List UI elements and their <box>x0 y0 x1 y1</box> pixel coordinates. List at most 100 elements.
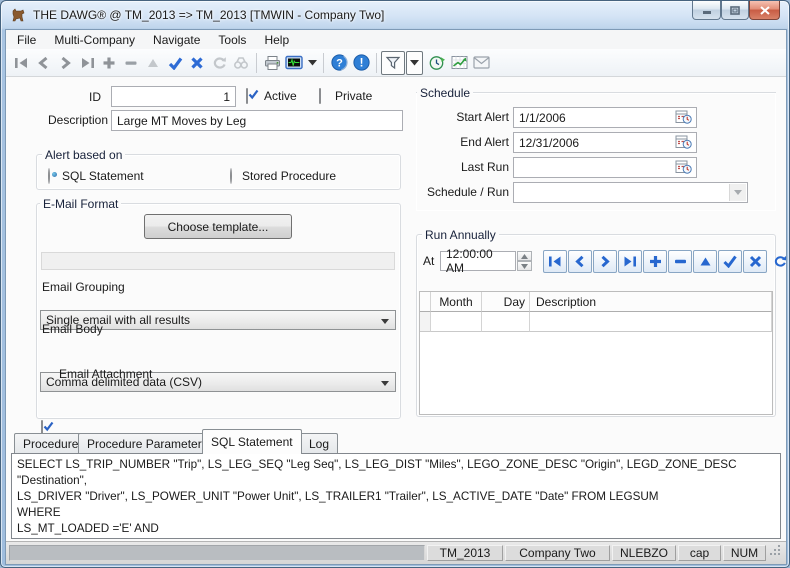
grid-row-selector[interactable] <box>420 312 431 332</box>
grid-cell-description[interactable] <box>530 312 772 332</box>
schedule-run-dropdown-button[interactable] <box>729 184 746 201</box>
first-record-icon[interactable] <box>10 52 32 74</box>
menu-help[interactable]: Help <box>255 32 298 48</box>
private-checkbox[interactable] <box>319 88 321 104</box>
grid-last-icon[interactable] <box>618 250 642 273</box>
private-label: Private <box>335 89 372 103</box>
menu-file[interactable]: File <box>8 32 45 48</box>
choose-template-button[interactable]: Choose template... <box>144 214 292 239</box>
last-run-field[interactable] <box>513 157 697 178</box>
end-alert-value: 12/31/2006 <box>519 136 579 150</box>
choose-template-label: Choose template... <box>168 220 269 234</box>
run-time-field[interactable]: 12:00:00 AM <box>440 251 516 271</box>
grid-refresh-icon[interactable] <box>768 250 790 273</box>
toolbar-separator <box>256 53 257 73</box>
grid-up-icon[interactable] <box>693 250 717 273</box>
chart-icon[interactable] <box>448 52 470 74</box>
tab-sql-statement[interactable]: SQL Statement <box>202 429 302 454</box>
grid-cancel-icon[interactable] <box>743 250 767 273</box>
status-bar: TM_2013 Company Two NLEBZO cap NUM <box>6 541 786 564</box>
svg-text:?: ? <box>336 57 343 69</box>
grid-accept-icon[interactable] <box>718 250 742 273</box>
last-run-datepicker-icon[interactable] <box>675 159 692 175</box>
id-field[interactable]: 1 <box>111 86 236 107</box>
close-button[interactable] <box>749 1 780 20</box>
grid-selector-header <box>420 292 431 312</box>
email-attachment-label: Email Attachment <box>59 367 152 381</box>
monitor-dropdown-icon[interactable] <box>305 52 319 74</box>
grid-first-icon[interactable] <box>543 250 567 273</box>
email-grouping-label: Email Grouping <box>42 280 125 294</box>
accept-icon[interactable] <box>164 52 186 74</box>
main-toolbar: ? ! <box>6 49 786 77</box>
grid-empty-row[interactable] <box>420 312 772 332</box>
email-icon[interactable] <box>470 52 492 74</box>
run-annually-nav <box>543 250 790 273</box>
sql-statement-text[interactable]: SELECT LS_TRIP_NUMBER "Trip", LS_LEG_SEQ… <box>11 453 781 539</box>
chevron-down-icon <box>381 381 389 386</box>
start-alert-field[interactable]: 1/1/2006 <box>513 107 697 128</box>
delete-record-icon[interactable] <box>120 52 142 74</box>
sql-statement-radio[interactable] <box>48 168 50 184</box>
application-window: THE DAWG® @ TM_2013 => TM_2013 [TMWIN - … <box>0 0 790 568</box>
maximize-button[interactable] <box>721 1 749 20</box>
start-alert-label: Start Alert <box>409 110 509 124</box>
help-icon[interactable]: ? <box>328 52 350 74</box>
filter-icon[interactable] <box>381 51 405 75</box>
status-message-panel <box>9 545 425 561</box>
menu-tools[interactable]: Tools <box>209 32 255 48</box>
grid-next-icon[interactable] <box>593 250 617 273</box>
status-user: NLEBZO <box>612 545 676 561</box>
time-spin-down-button[interactable] <box>517 261 532 271</box>
previous-record-icon[interactable] <box>32 52 54 74</box>
active-checkbox[interactable] <box>246 88 248 104</box>
schedule-clock-icon[interactable] <box>426 52 448 74</box>
schedule-run-label: Schedule / Run <box>409 185 509 199</box>
end-alert-field[interactable]: 12/31/2006 <box>513 132 697 153</box>
minimize-button[interactable] <box>692 1 721 20</box>
menu-bar: File Multi-Company Navigate Tools Help <box>6 30 786 49</box>
tab-procedure[interactable]: Procedure <box>14 433 87 454</box>
start-alert-datepicker-icon[interactable] <box>675 109 692 125</box>
stored-procedure-radio[interactable] <box>230 168 232 184</box>
grid-header-month[interactable]: Month <box>431 292 482 312</box>
cancel-icon[interactable] <box>186 52 208 74</box>
toolbar-separator <box>323 53 324 73</box>
end-alert-datepicker-icon[interactable] <box>675 134 692 150</box>
grid-cell-day[interactable] <box>482 312 530 332</box>
filter-dropdown-icon[interactable] <box>406 51 423 75</box>
run-annually-grid[interactable]: Month Day Description <box>419 291 773 415</box>
grid-header-row: Month Day Description <box>420 292 772 312</box>
run-at-label: At <box>423 254 434 268</box>
add-record-icon[interactable] <box>98 52 120 74</box>
up-icon[interactable] <box>142 52 164 74</box>
status-company: Company Two <box>505 545 610 561</box>
svg-text:!: ! <box>359 58 363 70</box>
tab-log[interactable]: Log <box>300 433 338 454</box>
status-database: TM_2013 <box>427 545 503 561</box>
grid-header-description[interactable]: Description <box>530 292 772 312</box>
time-spin-up-button[interactable] <box>517 251 532 261</box>
tab-procedure-parameters[interactable]: Procedure Parameters <box>78 433 217 454</box>
grid-cell-month[interactable] <box>431 312 482 332</box>
monitor-icon[interactable] <box>283 52 305 74</box>
next-record-icon[interactable] <box>54 52 76 74</box>
description-field[interactable]: Large MT Moves by Leg <box>111 110 403 131</box>
grid-add-icon[interactable] <box>643 250 667 273</box>
refresh-icon[interactable] <box>208 52 230 74</box>
menu-multi-company[interactable]: Multi-Company <box>45 32 144 48</box>
find-icon[interactable] <box>230 52 252 74</box>
grid-delete-icon[interactable] <box>668 250 692 273</box>
grid-header-day[interactable]: Day <box>482 292 530 312</box>
menu-navigate[interactable]: Navigate <box>144 32 209 48</box>
last-record-icon[interactable] <box>76 52 98 74</box>
resize-grip[interactable] <box>770 545 784 561</box>
grid-previous-icon[interactable] <box>568 250 592 273</box>
window-title: THE DAWG® @ TM_2013 => TM_2013 [TMWIN - … <box>33 8 384 22</box>
print-icon[interactable] <box>261 52 283 74</box>
schedule-run-combo[interactable] <box>513 182 748 203</box>
template-field <box>41 252 395 270</box>
title-bar[interactable]: THE DAWG® @ TM_2013 => TM_2013 [TMWIN - … <box>1 1 790 29</box>
description-label: Description <box>48 113 108 127</box>
info-icon[interactable]: ! <box>350 52 372 74</box>
